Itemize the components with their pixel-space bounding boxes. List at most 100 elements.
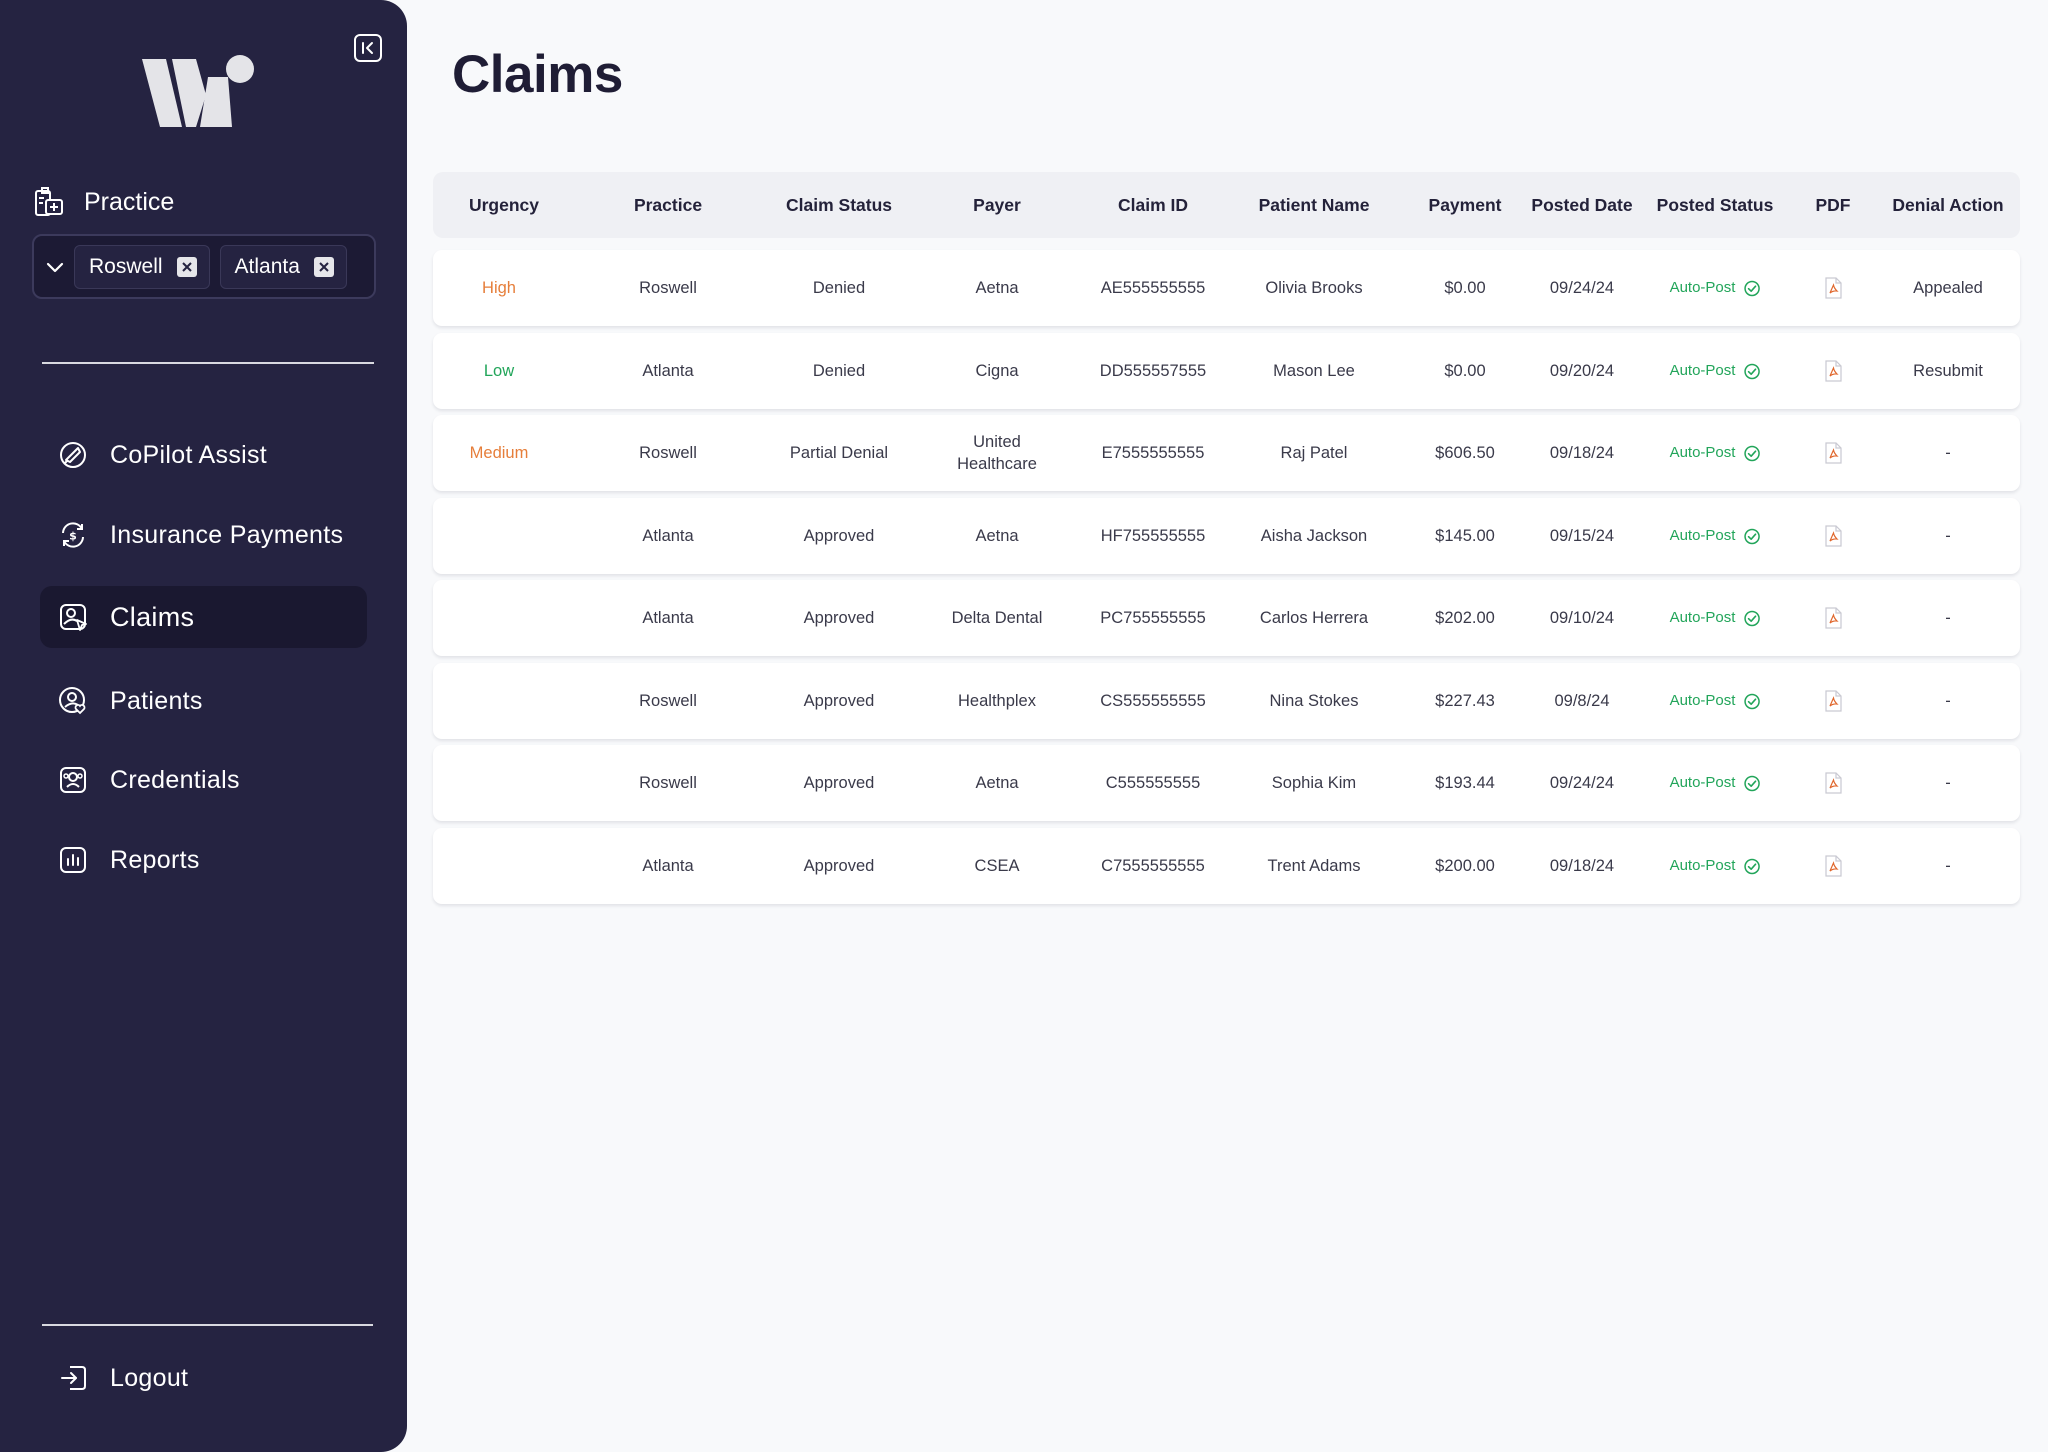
- posted-status-label: Auto-Post: [1669, 857, 1736, 874]
- logout-icon: [58, 1363, 88, 1393]
- posted-date-cell: 09/24/24: [1549, 774, 1615, 792]
- table-row[interactable]: Atlanta Approved Delta Dental PC755555555 Ca…: [433, 580, 2020, 656]
- page-title: Claims: [452, 45, 623, 104]
- posted-status-label: Auto-Post: [1669, 362, 1736, 379]
- claim-id-cell: AE555555555: [1100, 279, 1206, 297]
- posted-date-cell: 09/20/24: [1549, 362, 1615, 380]
- claim-status-cell: Approved: [803, 774, 875, 792]
- practice-chip-label: Roswell: [89, 254, 163, 278]
- claim-id-cell: DD555557555: [1099, 362, 1207, 380]
- sidebar-item-label: Claims: [110, 601, 195, 632]
- claim-id-cell: C555555555: [1105, 774, 1201, 792]
- payment-cell: $202.00: [1435, 609, 1495, 627]
- column-header-claim-status[interactable]: Claim Status: [786, 172, 892, 238]
- posted-date-cell: 09/15/24: [1549, 527, 1615, 545]
- remove-atlanta-button[interactable]: [313, 256, 334, 277]
- sidebar-item-label: Reports: [110, 845, 200, 874]
- logout-button[interactable]: Logout: [40, 1347, 367, 1409]
- sidebar-item-credentials[interactable]: Credentials: [40, 749, 367, 811]
- credentials-icon: [58, 765, 88, 795]
- claims-icon: [58, 602, 88, 632]
- sidebar-item-label: CoPilot Assist: [110, 440, 268, 469]
- pdf-icon[interactable]: [1824, 607, 1842, 629]
- column-header-patient-name[interactable]: Patient Name: [1259, 172, 1370, 238]
- logo: [142, 55, 260, 140]
- svg-text:$: $: [69, 530, 77, 543]
- urgency-cell: Low: [483, 362, 515, 380]
- practice-chip-roswell: Roswell: [74, 244, 210, 289]
- practice-cell: Atlanta: [642, 609, 694, 627]
- table-row[interactable]: Roswell Approved Healthplex CS555555555 Nina…: [433, 663, 2020, 739]
- brand-logo-icon: [142, 55, 254, 127]
- posted-status-cell: Auto-Post: [1670, 745, 1761, 821]
- column-header-pdf[interactable]: PDF: [1816, 172, 1851, 238]
- check-circle-icon: [1744, 775, 1760, 791]
- denial-action-cell: Appealed: [1913, 279, 1983, 297]
- claim-status-cell: Approved: [803, 609, 875, 627]
- table-row[interactable]: Atlanta Approved CSEA C7555555555 Trent Adam…: [433, 828, 2020, 904]
- claim-status-cell: Approved: [803, 692, 875, 710]
- urgency-cell: Medium: [469, 444, 529, 462]
- table-row[interactable]: Low Atlanta Denied Cigna DD555557555 Mason Le…: [433, 333, 2020, 409]
- patient-name-cell: Aisha Jackson: [1260, 527, 1368, 545]
- patient-name-cell: Trent Adams: [1267, 857, 1361, 875]
- remove-roswell-button[interactable]: [176, 256, 197, 277]
- claim-id-cell: CS555555555: [1100, 692, 1206, 710]
- collapse-sidebar-button[interactable]: [354, 34, 382, 62]
- sidebar-item-label: Patients: [110, 686, 203, 715]
- posted-status-label: Auto-Post: [1669, 527, 1736, 544]
- copilot-icon: [58, 440, 88, 470]
- posted-status-label: Auto-Post: [1669, 774, 1736, 791]
- claim-status-cell: Approved: [803, 857, 875, 875]
- practice-cell: Atlanta: [642, 857, 694, 875]
- posted-status-label: Auto-Post: [1669, 692, 1736, 709]
- sidebar-item-label: Insurance Payments: [110, 520, 344, 549]
- pdf-icon[interactable]: [1824, 525, 1842, 547]
- pdf-icon[interactable]: [1824, 277, 1842, 299]
- column-header-urgency[interactable]: Urgency: [469, 172, 539, 238]
- check-circle-icon: [1744, 528, 1760, 544]
- pdf-icon[interactable]: [1824, 360, 1842, 382]
- sidebar-item-copilot-assist[interactable]: CoPilot Assist: [40, 424, 367, 486]
- logout-label: Logout: [110, 1363, 189, 1392]
- sidebar-item-claims[interactable]: Claims: [40, 586, 367, 648]
- table-row[interactable]: High Roswell Denied Aetna AE555555555 Olivia …: [433, 250, 2020, 326]
- reports-icon: [58, 845, 88, 875]
- posted-status-cell: Auto-Post: [1670, 828, 1761, 904]
- sidebar-item-label: Credentials: [110, 765, 240, 794]
- payment-cell: $227.43: [1435, 692, 1495, 710]
- column-header-payment[interactable]: Payment: [1429, 172, 1502, 238]
- table-row[interactable]: Medium Roswell Partial Denial United Health…: [433, 415, 2020, 491]
- column-header-posted-date[interactable]: Posted Date: [1531, 172, 1632, 238]
- column-header-practice[interactable]: Practice: [634, 172, 702, 238]
- practice-multiselect[interactable]: Roswell Atlanta: [32, 234, 376, 299]
- practice-chip-atlanta: Atlanta: [219, 244, 347, 289]
- column-header-payer[interactable]: Payer: [973, 172, 1021, 238]
- pdf-icon[interactable]: [1824, 772, 1842, 794]
- claim-status-cell: Denied: [812, 279, 866, 297]
- posted-status-cell: Auto-Post: [1670, 333, 1761, 409]
- practice-cell: Atlanta: [642, 362, 694, 380]
- column-header-posted-status[interactable]: Posted Status: [1657, 172, 1774, 238]
- denial-action-cell: -: [1945, 527, 1951, 545]
- payer-cell: Delta Dental: [951, 609, 1043, 627]
- posted-date-cell: 09/18/24: [1549, 857, 1615, 875]
- table-row[interactable]: Roswell Approved Aetna C555555555 Sophia Kim…: [433, 745, 2020, 821]
- sidebar-item-insurance-payments[interactable]: $ Insurance Payments: [40, 504, 367, 566]
- payment-cell: $200.00: [1435, 857, 1495, 875]
- check-circle-icon: [1744, 610, 1760, 626]
- sidebar-item-patients[interactable]: Patients: [40, 670, 367, 732]
- column-header-claim-id[interactable]: Claim ID: [1118, 172, 1188, 238]
- payer-cell: Healthplex: [958, 692, 1036, 710]
- pdf-icon[interactable]: [1824, 690, 1842, 712]
- pdf-icon[interactable]: [1824, 442, 1842, 464]
- column-header-denial-action[interactable]: Denial Action: [1892, 172, 2003, 238]
- chevron-down-icon: [46, 262, 64, 272]
- table-row[interactable]: Atlanta Approved Aetna HF755555555 Aisha Jac…: [433, 498, 2020, 574]
- sidebar-item-reports[interactable]: Reports: [40, 829, 367, 891]
- check-circle-icon: [1744, 858, 1760, 874]
- pdf-icon[interactable]: [1824, 855, 1842, 877]
- denial-action-cell: -: [1945, 857, 1951, 875]
- posted-status-cell: Auto-Post: [1670, 498, 1761, 574]
- sidebar-divider: [42, 362, 374, 364]
